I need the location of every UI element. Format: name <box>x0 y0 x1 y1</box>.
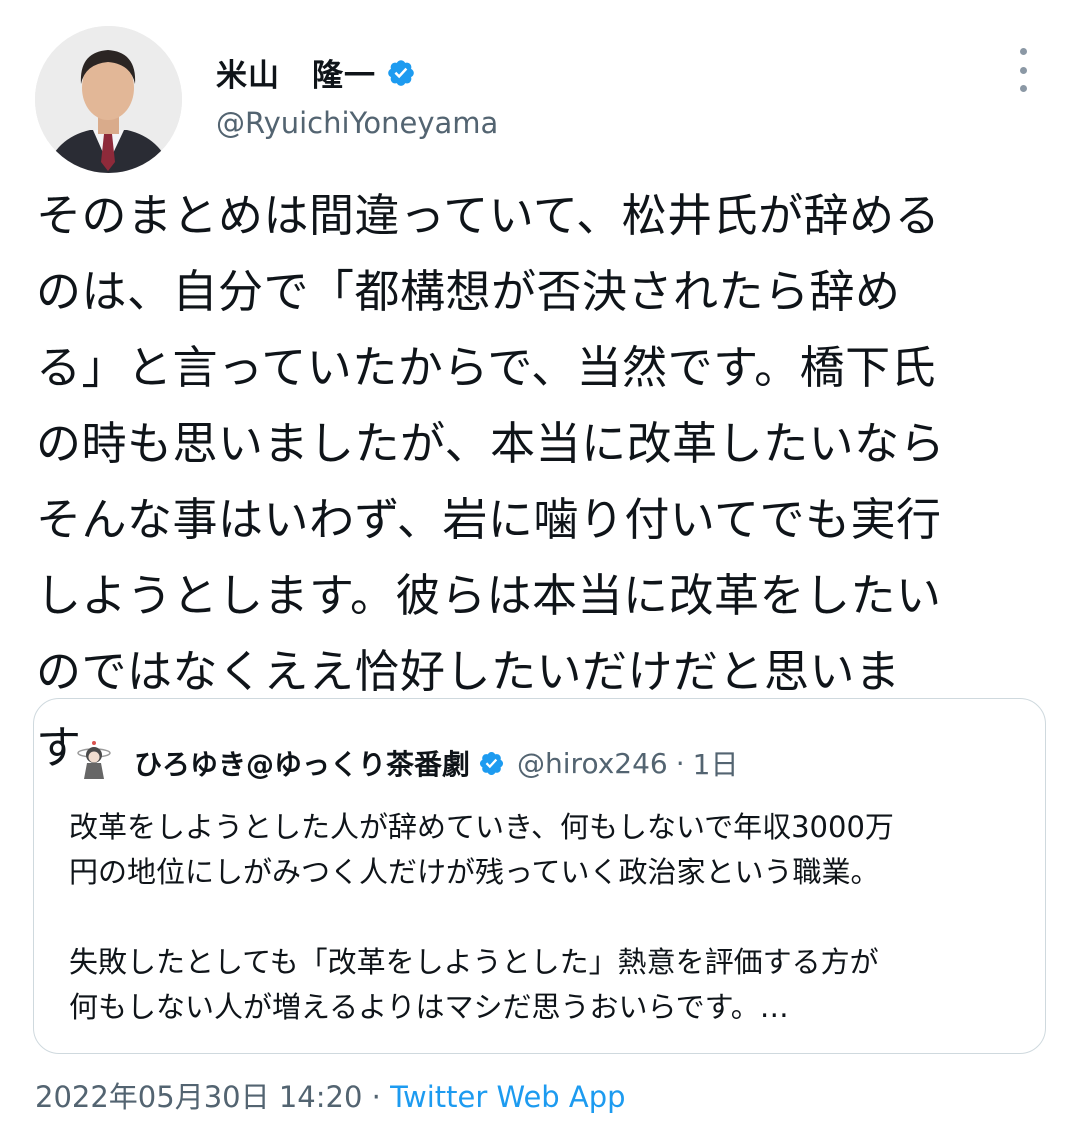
author-photo <box>35 26 182 173</box>
tweet-meta: 2022年05月30日 14:20 · Twitter Web App <box>35 1074 626 1116</box>
more-vertical-icon[interactable] <box>1010 48 1036 92</box>
quoted-tweet[interactable]: ひろゆき@ゆっくり茶番劇 @hirox246 · 1日 改革をしようとした人が辞… <box>33 698 1046 1054</box>
author-name[interactable]: 米山 隆一 <box>216 50 376 95</box>
source-app-link[interactable]: Twitter Web App <box>390 1080 626 1114</box>
quote-text: 改革をしようとした人が辞めていき、何もしないで年収3000万 円の地位にしがみつ… <box>69 810 894 1024</box>
author-name-row: 米山 隆一 <box>216 50 416 95</box>
quote-author-handle[interactable]: @hirox246 <box>517 747 668 780</box>
quote-author-name[interactable]: ひろゆき@ゆっくり茶番劇 <box>134 743 470 783</box>
meta-separator: · <box>362 1080 391 1114</box>
verified-badge-icon <box>386 58 416 88</box>
quote-timestamp[interactable]: 1日 <box>693 743 739 783</box>
quote-avatar-illustration <box>72 737 116 781</box>
author-handle[interactable]: @RyuichiYoneyama <box>216 106 498 140</box>
quote-author-avatar[interactable] <box>72 737 116 781</box>
author-avatar[interactable] <box>35 26 182 173</box>
tweet-text: そのまとめは間違っていて、松井氏が辞める のは、自分で「都構想が否決されたら辞め… <box>36 189 946 774</box>
verified-badge-icon <box>478 750 505 777</box>
quote-separator: · <box>675 746 685 780</box>
quote-header: ひろゆき@ゆっくり茶番劇 @hirox246 · 1日 <box>134 743 738 783</box>
tweet-timestamp[interactable]: 2022年05月30日 14:20 <box>35 1080 362 1114</box>
